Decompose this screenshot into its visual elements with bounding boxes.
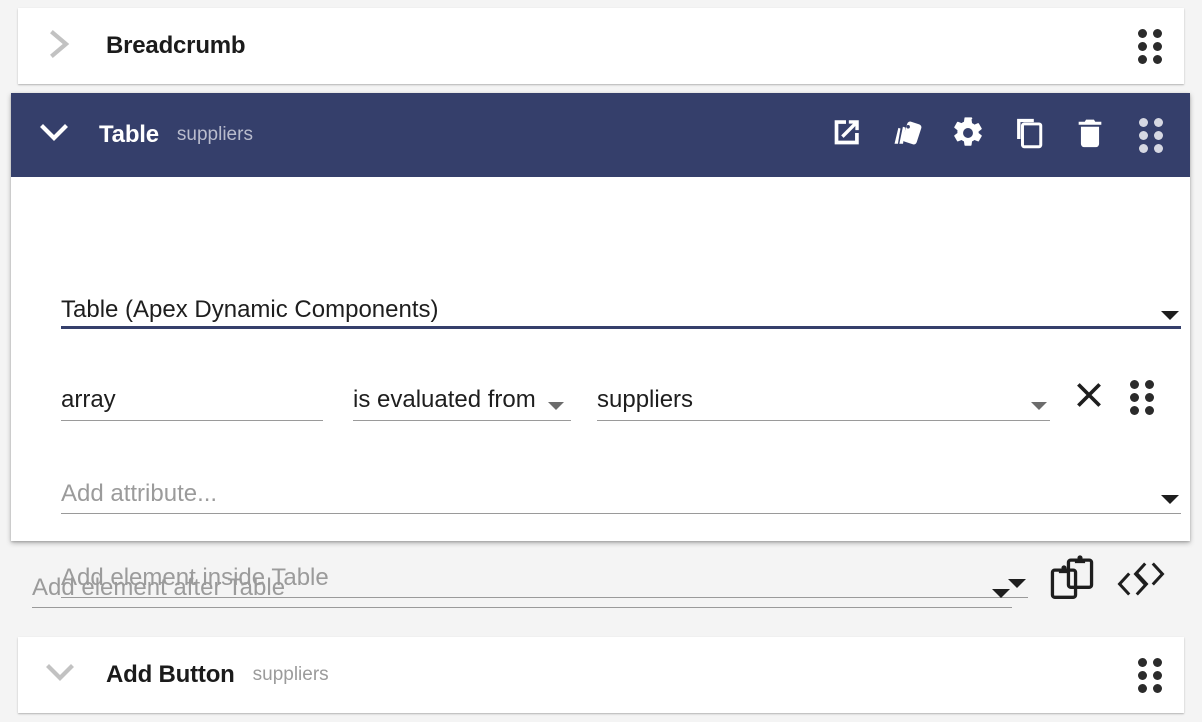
- attribute-name-underline: [61, 420, 323, 421]
- table-card-header: Table suppliers: [11, 93, 1190, 177]
- add-button-collapse-toggle[interactable]: [34, 662, 86, 689]
- chevron-down-icon: [992, 589, 1010, 598]
- breadcrumb-drag-handle[interactable]: [1138, 28, 1162, 64]
- copy-icon: [1012, 116, 1046, 155]
- attribute-name-input[interactable]: array: [61, 375, 323, 421]
- chevron-down-icon: [45, 662, 75, 689]
- add-button-subtitle: suppliers: [252, 664, 329, 685]
- breadcrumb-title: Breadcrumb: [106, 32, 246, 59]
- remove-attribute-button[interactable]: [1072, 378, 1106, 421]
- chevron-down-icon: [1031, 402, 1047, 410]
- table-card-title: Table: [99, 121, 159, 148]
- add-attribute-caret[interactable]: [1161, 495, 1181, 514]
- table-element-card: Table suppliers Table (Apex Dynamic Comp…: [11, 93, 1190, 598]
- open-in-new-icon: [829, 116, 863, 155]
- add-element-after-underline: [32, 607, 1012, 608]
- attribute-drag-handle[interactable]: [1130, 380, 1154, 421]
- chevron-down-icon: [1161, 495, 1179, 504]
- add-element-after-caret[interactable]: [992, 589, 1012, 608]
- table-collapse-toggle[interactable]: [29, 122, 79, 149]
- attribute-row: array is evaluated from suppliers: [61, 375, 1186, 421]
- chevron-down-icon: [547, 402, 564, 410]
- attribute-name-value: array: [61, 386, 116, 413]
- add-element-after-select[interactable]: Add element after Table: [32, 566, 1012, 608]
- table-header-actions: [829, 116, 1168, 155]
- element-type-underline: [61, 326, 1181, 329]
- code-after-button[interactable]: [1114, 568, 1152, 608]
- style-palette-icon: [890, 116, 924, 155]
- attribute-value-value: suppliers: [597, 386, 694, 413]
- drag-handle-icon: [1138, 657, 1162, 693]
- table-drag-handle[interactable]: [1134, 117, 1168, 153]
- add-element-after-placeholder: Add element after Table: [32, 574, 286, 601]
- drag-handle-icon: [1130, 380, 1154, 415]
- style-button[interactable]: [890, 118, 924, 152]
- breadcrumb-expand-toggle[interactable]: [34, 28, 86, 65]
- add-attribute-placeholder: Add attribute...: [61, 480, 218, 507]
- table-card-subtitle: suppliers: [176, 124, 253, 145]
- drag-handle-icon: [1138, 28, 1162, 64]
- add-button-drag-handle[interactable]: [1138, 657, 1162, 693]
- clipboard-paste-icon: [1046, 565, 1082, 604]
- add-button-title: Add Button: [106, 661, 235, 688]
- open-in-new-button[interactable]: [829, 118, 863, 152]
- trash-icon: [1073, 116, 1107, 155]
- drag-handle-icon: [1139, 117, 1163, 153]
- add-button-card[interactable]: Add Button suppliers: [18, 637, 1184, 713]
- breadcrumb-card[interactable]: Breadcrumb: [18, 8, 1184, 84]
- add-attribute-underline: [61, 513, 1181, 514]
- attribute-operator-caret[interactable]: [547, 402, 564, 421]
- delete-button[interactable]: [1073, 118, 1107, 152]
- chevron-down-icon: [1161, 311, 1179, 320]
- attribute-operator-value: is evaluated from: [353, 386, 536, 413]
- chevron-down-icon: [39, 122, 69, 149]
- attribute-operator-underline: [353, 420, 571, 421]
- paste-after-button[interactable]: [1046, 564, 1082, 608]
- add-attribute-select[interactable]: Add attribute...: [61, 472, 1181, 514]
- element-type-select[interactable]: Table (Apex Dynamic Components): [61, 287, 1181, 329]
- gear-icon: [951, 116, 985, 155]
- chevron-right-icon: [47, 28, 73, 65]
- code-brackets-icon: [1114, 572, 1152, 604]
- attribute-value-caret[interactable]: [1031, 402, 1050, 421]
- attribute-value-underline: [597, 420, 1050, 421]
- attribute-value-select[interactable]: suppliers: [597, 375, 1050, 421]
- add-element-after-row: Add element after Table: [32, 562, 1152, 608]
- settings-button[interactable]: [951, 116, 985, 155]
- duplicate-button[interactable]: [1012, 118, 1046, 152]
- element-type-value: Table (Apex Dynamic Components): [61, 296, 439, 323]
- attribute-operator-select[interactable]: is evaluated from: [353, 375, 571, 421]
- editor-canvas: Breadcrumb Table suppliers Table (Apex D…: [0, 0, 1202, 722]
- close-icon: [1072, 383, 1106, 416]
